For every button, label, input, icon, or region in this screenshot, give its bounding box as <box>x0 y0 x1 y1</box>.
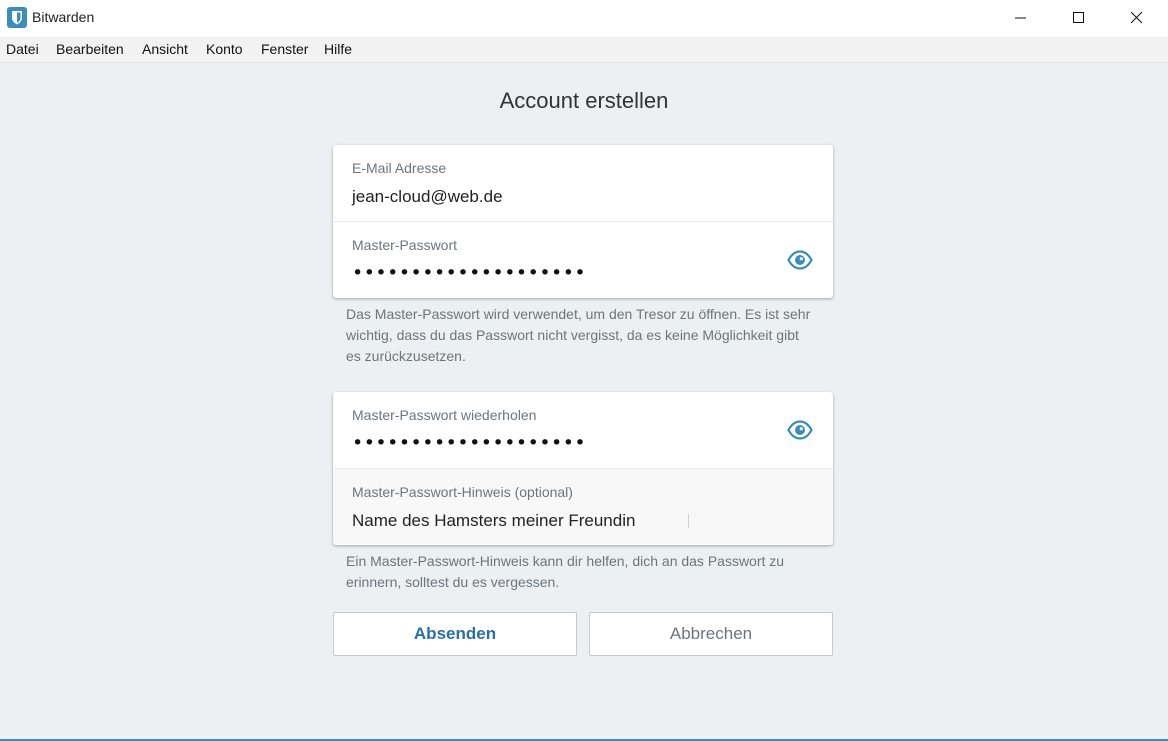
submit-button[interactable]: Absenden <box>333 612 577 656</box>
menu-fenster[interactable]: Fenster <box>261 41 308 57</box>
close-icon <box>1130 9 1143 28</box>
eye-icon[interactable] <box>787 420 813 440</box>
master-password-hint-text: Das Master-Passwort wird verwendet, um d… <box>346 306 811 364</box>
account-card: E-Mail Adresse jean-cloud@web.de Master-… <box>333 145 833 298</box>
password-hint-input[interactable]: Name des Hamsters meiner Freundin <box>352 511 635 531</box>
password-hint-help-text: Ein Master-Passwort-Hinweis kann dir hel… <box>346 553 785 590</box>
menu-bar: Datei Bearbeiten Ansicht Konto Fenster H… <box>0 37 1168 63</box>
close-button[interactable] <box>1108 0 1166 37</box>
page-title: Account erstellen <box>499 88 669 113</box>
menu-bearbeiten[interactable]: Bearbeiten <box>56 41 124 57</box>
eye-icon[interactable] <box>787 250 813 270</box>
password-hint-label: Master-Passwort-Hinweis (optional) <box>352 484 573 500</box>
master-password-field[interactable]: Master-Passwort •••••••••••••••••••• <box>333 221 833 297</box>
menu-hilfe[interactable]: Hilfe <box>324 41 352 57</box>
maximize-button[interactable] <box>1050 0 1108 37</box>
minimize-icon <box>1015 9 1027 28</box>
master-password-input[interactable]: •••••••••••••••••••• <box>352 262 586 284</box>
confirm-card: Master-Passwort wiederholen ••••••••••••… <box>333 392 833 545</box>
menu-ansicht[interactable]: Ansicht <box>142 41 188 57</box>
menu-datei[interactable]: Datei <box>6 41 39 57</box>
master-password-label: Master-Passwort <box>352 237 458 253</box>
text-cursor <box>688 514 689 528</box>
window-title: Bitwarden <box>32 9 95 25</box>
master-password-repeat-input[interactable]: •••••••••••••••••••• <box>352 432 586 454</box>
bitwarden-shield-icon <box>7 7 27 28</box>
cancel-button[interactable]: Abbrechen <box>589 612 833 656</box>
email-field[interactable]: E-Mail Adresse jean-cloud@web.de <box>333 145 833 221</box>
password-hint-field[interactable]: Master-Passwort-Hinweis (optional) Name … <box>333 468 833 544</box>
maximize-icon <box>1073 9 1085 28</box>
master-password-repeat-label: Master-Passwort wiederholen <box>352 407 537 423</box>
master-password-repeat-field[interactable]: Master-Passwort wiederholen ••••••••••••… <box>333 392 833 468</box>
title-bar: Bitwarden <box>0 0 1168 37</box>
email-input[interactable]: jean-cloud@web.de <box>352 187 503 207</box>
email-label: E-Mail Adresse <box>352 160 447 176</box>
minimize-button[interactable] <box>992 0 1050 37</box>
menu-konto[interactable]: Konto <box>206 41 243 57</box>
